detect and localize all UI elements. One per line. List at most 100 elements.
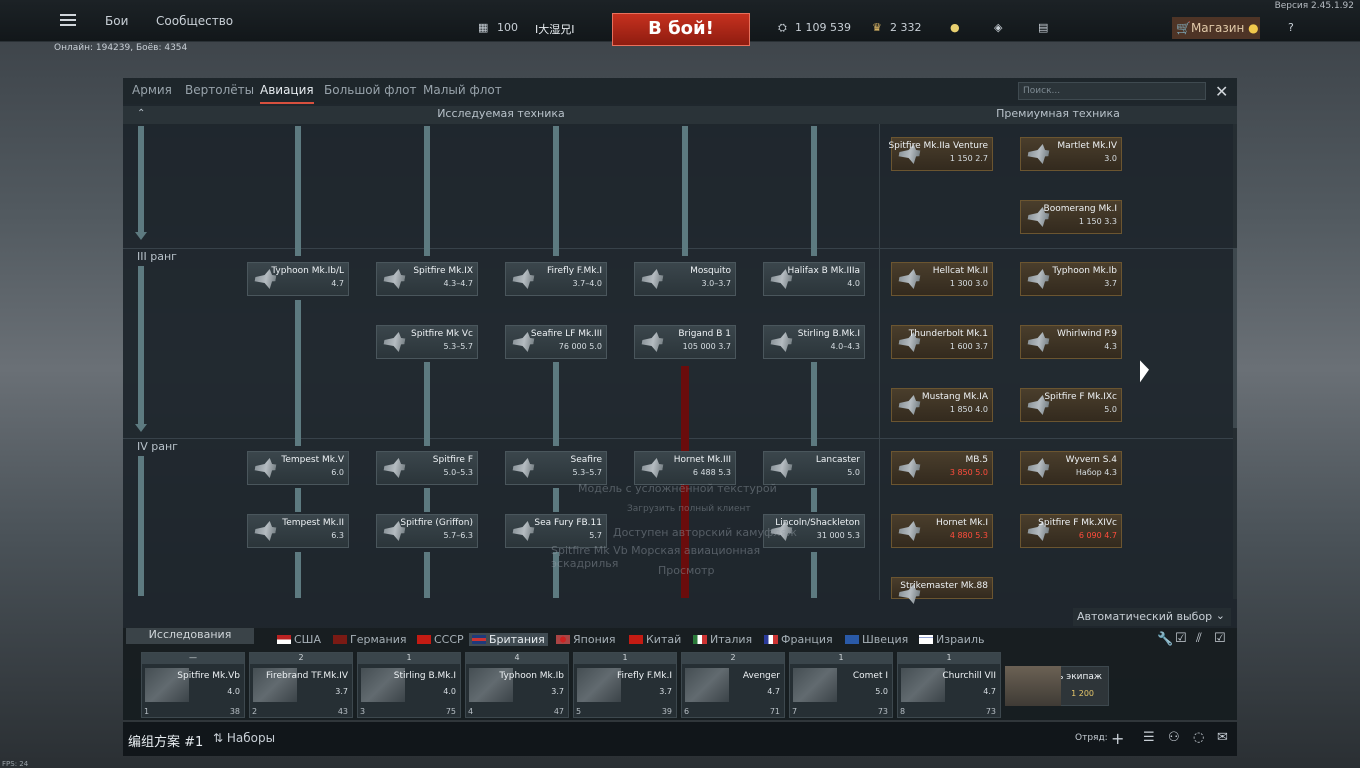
premium-vehicle-card[interactable]: Typhoon Mk.Ib 3.7 — [1020, 262, 1122, 296]
aircraft-icon — [380, 269, 414, 289]
crew-slot[interactable]: 1 Firefly F.Mk.I 3.7 5 39 — [573, 652, 677, 718]
slot-br: 5.0 — [875, 687, 888, 696]
tab-bluewater-fleet[interactable]: Большой флот — [324, 83, 417, 97]
vehicle-card[interactable]: Firefly F.Mk.I 3.7–4.0 — [505, 262, 607, 296]
vehicle-card[interactable]: Tempest Mk.V 6.0 — [247, 451, 349, 485]
nation-tab-sweden[interactable]: Швеция — [845, 633, 908, 646]
presets-button[interactable]: ⇅ Наборы — [213, 731, 275, 745]
premium-vehicle-card[interactable]: Hornet Mk.I 4 880 5.3 — [891, 514, 993, 548]
vehicle-card[interactable]: Halifax B Mk.IIIa 4.0 — [763, 262, 865, 296]
auto-select-label: Автоматический выбор — [1077, 610, 1213, 623]
aircraft-icon — [1024, 458, 1058, 478]
tab-helicopters[interactable]: Вертолёты — [185, 83, 254, 97]
menu-icon[interactable] — [60, 14, 76, 26]
auto-select-dropdown[interactable]: Автоматический выбор ⌄ — [1073, 608, 1231, 626]
hire-crew-cost: 1 200 — [1071, 689, 1094, 698]
chat-icon[interactable]: ◌ — [1193, 730, 1204, 745]
crew-slot[interactable]: 4 Typhoon Mk.Ib 3.7 4 47 — [465, 652, 569, 718]
premium-vehicle-card[interactable]: Hellcat Mk.II 1 300 3.0 — [891, 262, 993, 296]
tree-arrow — [295, 488, 301, 512]
premium-vehicle-card[interactable]: Mustang Mk.IA 1 850 4.0 — [891, 388, 993, 422]
crew-slot[interactable]: 1 Comet I 5.0 7 73 — [789, 652, 893, 718]
crew-slot[interactable]: — Spitfire Mk.Vb 4.0 1 38 — [141, 652, 245, 718]
vehicle-card[interactable]: Stirling B.Mk.I 4.0–4.3 — [763, 325, 865, 359]
nation-tab-italy[interactable]: Италия — [693, 633, 752, 646]
cube-icon[interactable]: ◈ — [994, 21, 1002, 34]
search-input[interactable]: Поиск... — [1018, 82, 1206, 100]
premium-vehicle-card[interactable]: Spitfire F Mk.IXc 5.0 — [1020, 388, 1122, 422]
slot-crew-level: 38 — [229, 707, 240, 716]
vehicle-card[interactable]: Seafire 5.3–5.7 — [505, 451, 607, 485]
checkmark-icon[interactable]: ☑ — [1175, 631, 1187, 646]
menu-community[interactable]: Сообщество — [156, 14, 233, 28]
plus-icon[interactable]: + — [1111, 729, 1124, 748]
vehicle-card[interactable]: Spitfire F 5.0–5.3 — [376, 451, 478, 485]
mail-icon[interactable]: ✉ — [1217, 730, 1228, 745]
premium-vehicle-card[interactable]: Wyvern S.4 Набор 4.3 — [1020, 451, 1122, 485]
crew-slot[interactable]: 1 Stirling B.Mk.I 4.0 3 75 — [357, 652, 461, 718]
scrollbar-thumb[interactable] — [1233, 248, 1237, 428]
window-tab-bar: Армия Вертолёты Авиация Большой флот Мал… — [123, 78, 1237, 104]
crew-slot[interactable]: 2 Avenger 4.7 6 71 — [681, 652, 785, 718]
nation-tab-israel[interactable]: Израиль — [919, 633, 984, 646]
crew-slot[interactable]: 2 Firebrand TF.Mk.IV 3.7 2 43 — [249, 652, 353, 718]
friends-icon[interactable]: ⚇ — [1168, 730, 1180, 745]
nation-tab-usa[interactable]: США — [277, 633, 321, 646]
nation-tab-ussr[interactable]: СССР — [417, 633, 464, 646]
premium-vehicle-card[interactable]: Strikemaster Mk.88 — [891, 577, 993, 604]
premium-vehicle-card[interactable]: Spitfire Mk.IIa Venture 1 150 2.7 — [888, 137, 993, 171]
wrench-icon[interactable]: 🔧 — [1157, 632, 1173, 647]
vehicle-card[interactable]: Seafire LF Mk.III 76 000 5.0 — [505, 325, 607, 359]
premium-vehicle-card[interactable]: Spitfire F Mk.XIVc 6 090 4.7 — [1020, 514, 1122, 548]
vehicle-card[interactable]: Spitfire Mk Vc 5.3–5.7 — [376, 325, 478, 359]
aircraft-icon — [638, 458, 672, 478]
nation-tab-germany[interactable]: Германия — [333, 633, 406, 646]
crew-slot[interactable]: 1 Churchill VII 4.7 8 73 — [897, 652, 1001, 718]
slot-br: 4.7 — [983, 687, 996, 696]
golden-eagles-count[interactable]: 2 332 — [890, 21, 922, 34]
ticket-icon[interactable]: ▤ — [1038, 21, 1048, 34]
premium-vehicle-card[interactable]: Martlet Mk.IV 3.0 — [1020, 137, 1122, 171]
bullets-icon[interactable]: ⫽ — [1196, 631, 1202, 646]
nation-tab-china[interactable]: Китай — [629, 633, 681, 646]
nation-label: Швеция — [862, 633, 909, 646]
vehicle-card[interactable]: Typhoon Mk.Ib/L 4.7 — [247, 262, 349, 296]
vehicle-card[interactable]: Spitfire (Griffon) 5.7–6.3 — [376, 514, 478, 548]
menu-battles[interactable]: Бои — [105, 14, 128, 28]
to-battle-button[interactable]: В бой! — [612, 13, 750, 46]
research-toggle[interactable]: Исследования — [126, 628, 254, 644]
preset-name[interactable]: 编组方案 #1 — [128, 731, 203, 750]
vehicle-card[interactable]: Spitfire Mk.IX 4.3–4.7 — [376, 262, 478, 296]
lightbulb-icon[interactable]: ● — [950, 21, 960, 34]
nation-tab-britain[interactable]: Британия — [469, 633, 548, 646]
list-icon[interactable]: ☰ — [1143, 730, 1155, 745]
aircraft-icon — [895, 269, 929, 289]
aircraft-icon — [767, 332, 801, 352]
tab-coastal-fleet[interactable]: Малый флот — [423, 83, 502, 97]
premium-vehicle-card[interactable]: MB.5 3 850 5.0 — [891, 451, 993, 485]
vehicle-card[interactable]: Brigand B 1 105 000 3.7 — [634, 325, 736, 359]
slot-br: 3.7 — [551, 687, 564, 696]
slot-vehicle-name: Spitfire Mk.Vb — [177, 671, 240, 681]
vehicle-card[interactable]: Tempest Mk.II 6.3 — [247, 514, 349, 548]
premium-vehicle-card[interactable]: Boomerang Mk.I 1 150 3.3 — [1020, 200, 1122, 234]
flag-icon — [472, 635, 486, 644]
close-icon[interactable]: ✕ — [1215, 82, 1228, 101]
player-avatar-icon[interactable]: ▦ — [478, 21, 488, 34]
tab-aviation[interactable]: Авиация — [260, 83, 314, 104]
checkmark-icon[interactable]: ☑ — [1214, 631, 1226, 646]
nation-tab-japan[interactable]: Япония — [556, 633, 616, 646]
vehicle-card[interactable]: Lancaster 5.0 — [763, 451, 865, 485]
vehicle-card[interactable]: Sea Fury FB.11 5.7 — [505, 514, 607, 548]
version-label: Версия 2.45.1.92 — [1274, 1, 1354, 11]
premium-vehicle-card[interactable]: Thunderbolt Mk.1 1 600 3.7 — [891, 325, 993, 359]
premium-vehicle-card[interactable]: Whirlwind P.9 4.3 — [1020, 325, 1122, 359]
nation-tab-france[interactable]: Франция — [764, 633, 833, 646]
vehicle-card[interactable]: Mosquito 3.0–3.7 — [634, 262, 736, 296]
slot-number: 2 — [252, 707, 258, 716]
player-name[interactable]: I大湿兄I — [535, 21, 575, 37]
tab-army[interactable]: Армия — [132, 83, 172, 97]
help-icon[interactable]: ? — [1288, 21, 1294, 34]
vehicle-card[interactable]: Hornet Mk.III 6 488 5.3 — [634, 451, 736, 485]
shop-button[interactable]: 🛒Магазин ● — [1172, 17, 1260, 39]
